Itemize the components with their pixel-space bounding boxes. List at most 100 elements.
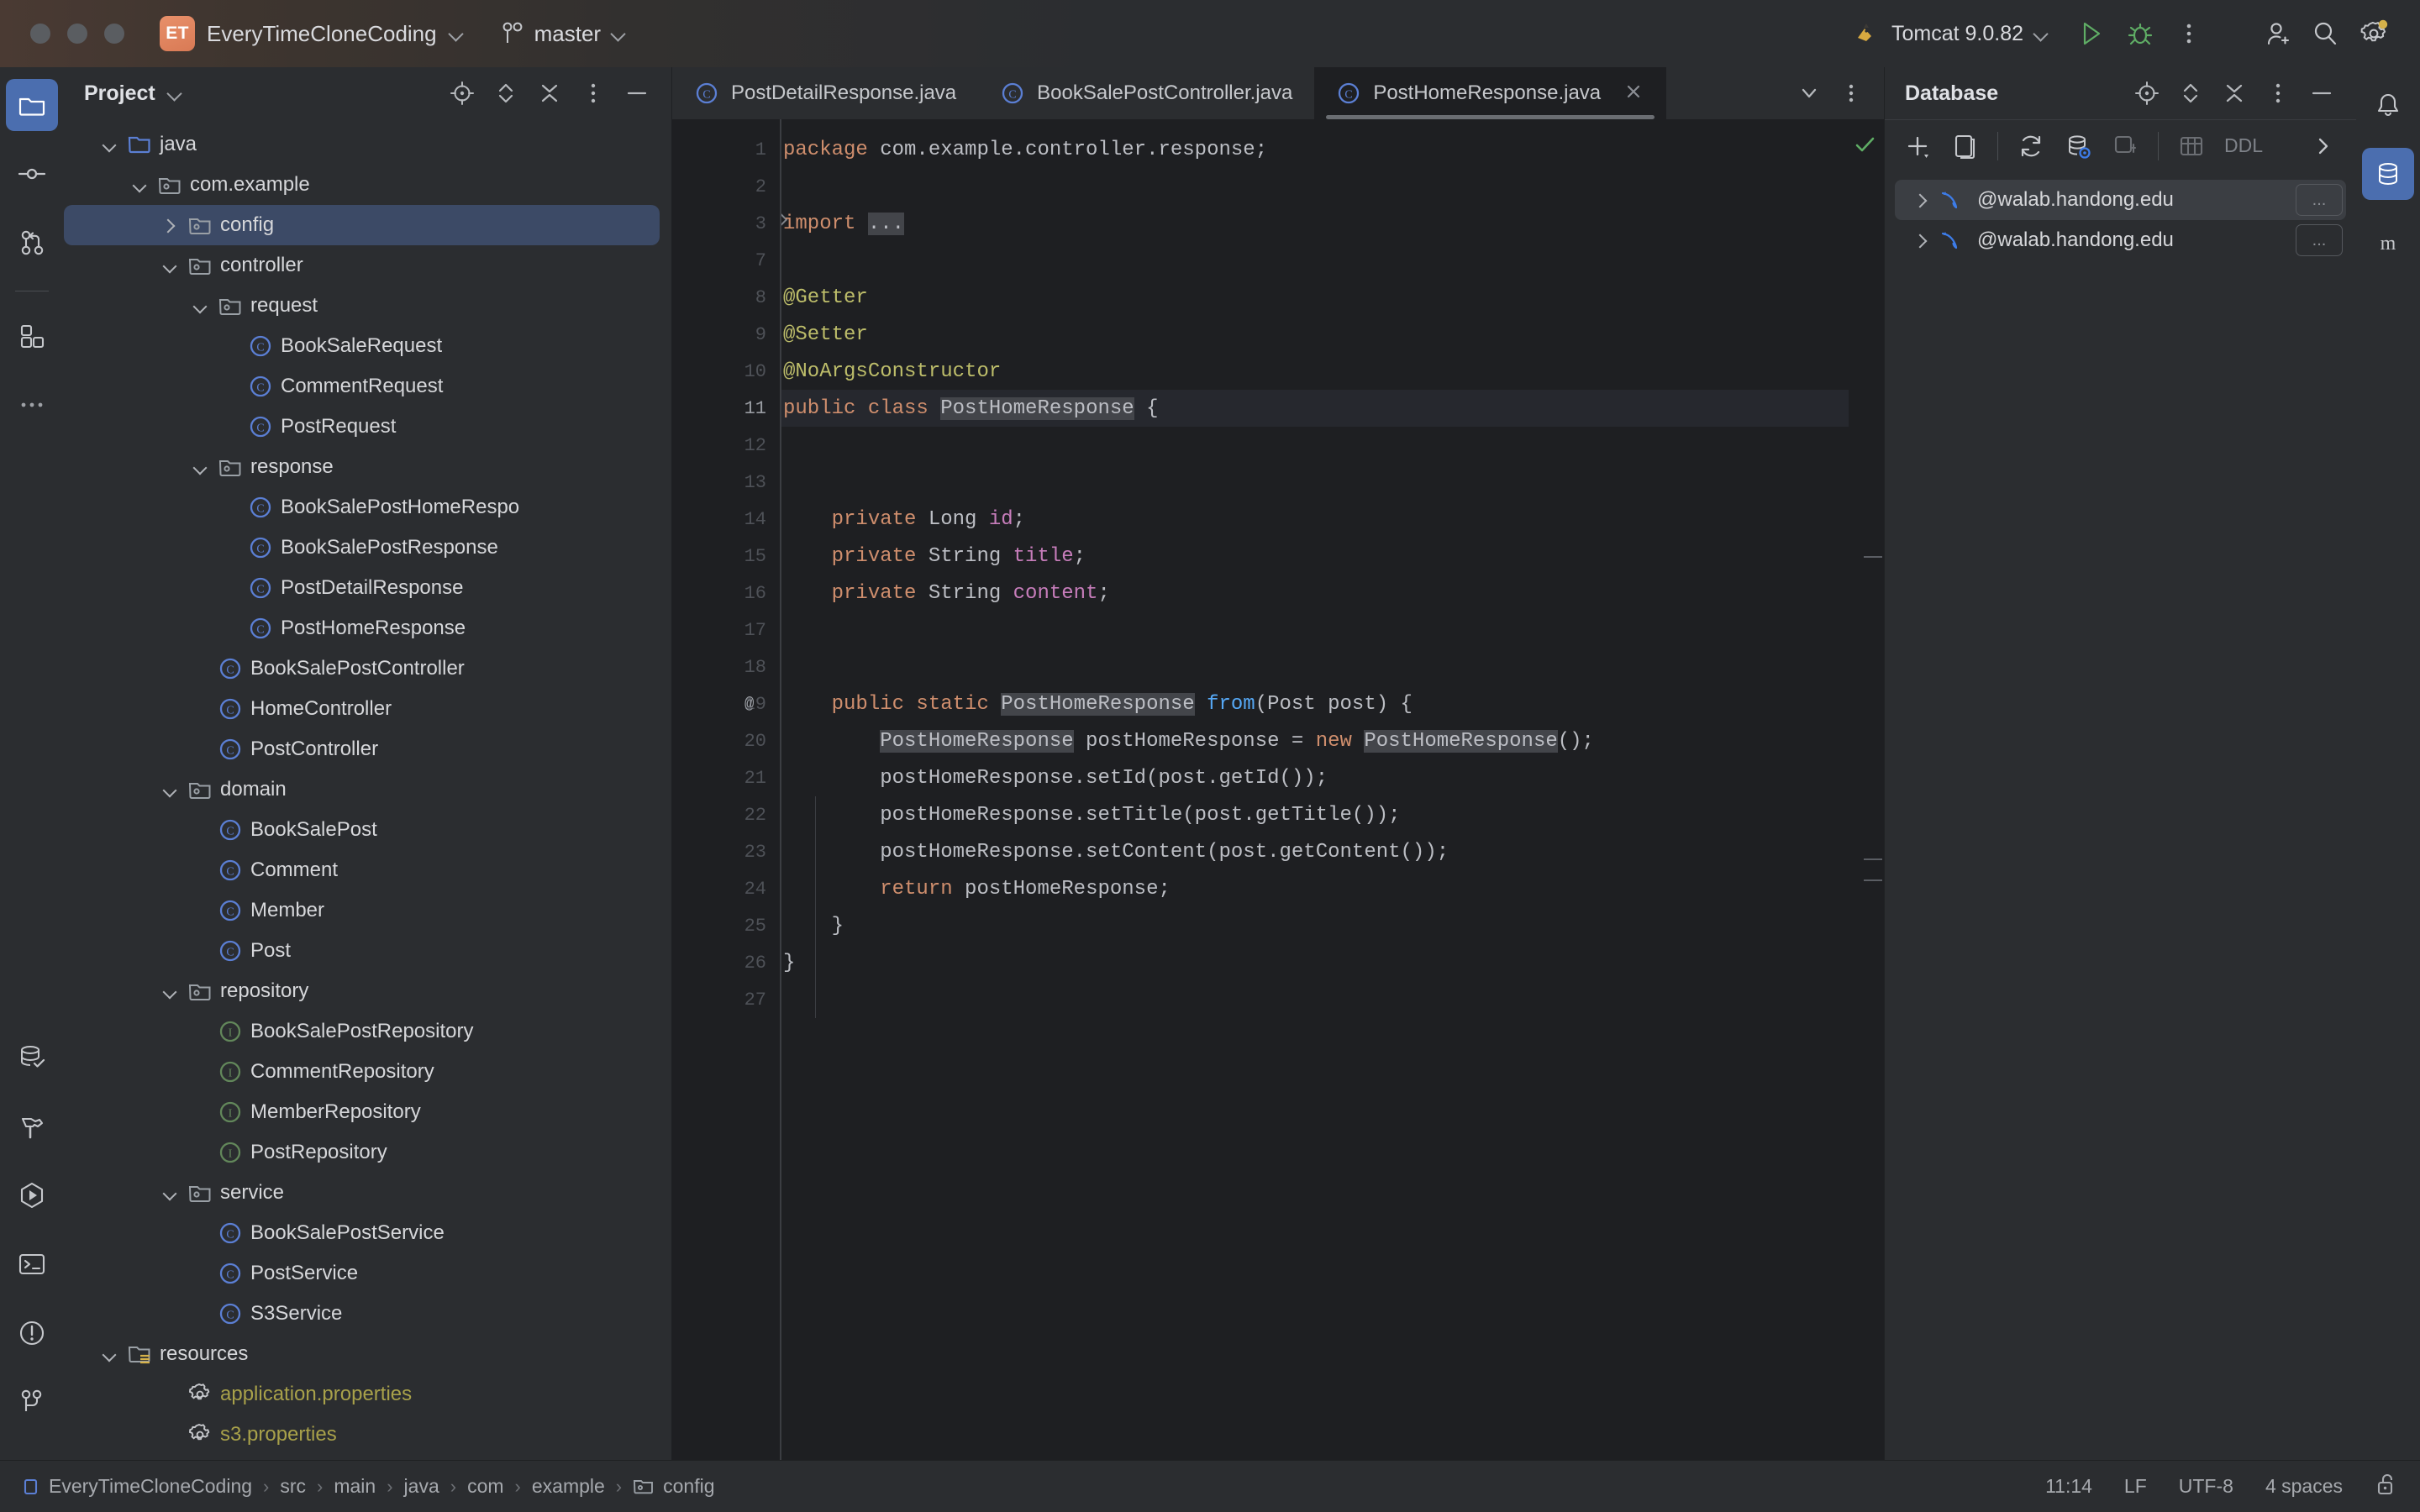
tree-node[interactable]: C BookSalePostController [64, 648, 671, 689]
code-line[interactable]: postHomeResponse.setContent(post.getCont… [780, 833, 1849, 870]
tree-node[interactable]: I PostRepository [64, 1132, 671, 1173]
editor-tab[interactable]: C BookSalePostController.java [978, 67, 1314, 119]
sidebar-item-project[interactable] [6, 79, 58, 131]
tree-node[interactable]: I BookSalePostRepository [64, 1011, 671, 1052]
editor-tab[interactable]: C PostDetailResponse.java [672, 67, 978, 119]
gutter-row[interactable]: 2 [672, 168, 780, 205]
line-separator[interactable]: LF [2124, 1475, 2147, 1498]
gutter-row[interactable]: 7 [672, 242, 780, 279]
breadcrumb-item[interactable]: main [334, 1475, 376, 1498]
code-line[interactable]: private String title; [780, 538, 1849, 575]
sidebar-item-build[interactable] [6, 1100, 58, 1152]
lock-status-button[interactable] [2375, 1472, 2398, 1501]
close-tab-button[interactable] [1623, 81, 1644, 107]
chevron-down-icon[interactable] [185, 300, 213, 312]
sidebar-item-database[interactable] [6, 1032, 58, 1084]
gutter-row[interactable]: 10 [672, 353, 780, 390]
code-line[interactable] [780, 464, 1849, 501]
tree-node[interactable]: C BookSalePostResponse [64, 528, 671, 568]
cursor-position[interactable]: 11:14 [2045, 1475, 2092, 1498]
table-view-button[interactable] [2172, 127, 2211, 165]
code-line[interactable]: private Long id; [780, 501, 1849, 538]
code-line[interactable]: package com.example.controller.response; [780, 131, 1849, 168]
tree-node[interactable]: response [64, 447, 671, 487]
breadcrumb-item[interactable]: config [663, 1475, 714, 1498]
tree-node[interactable]: C HomeController [64, 689, 671, 729]
tree-node[interactable]: C BookSaleRequest [64, 326, 671, 366]
tree-node[interactable]: C BookSalePostHomeRespo [64, 487, 671, 528]
tree-node[interactable]: I CommentRepository [64, 1052, 671, 1092]
database-connection-more-button[interactable]: ... [2296, 224, 2343, 256]
gutter-row[interactable]: 21 [672, 759, 780, 796]
tree-node[interactable]: I MemberRepository [64, 1092, 671, 1132]
sidebar-item-run[interactable] [6, 1169, 58, 1221]
editor-options-button[interactable] [1832, 74, 1870, 113]
breadcrumb[interactable]: EveryTimeCloneCoding › src › main › java › com › e… [22, 1475, 715, 1498]
gutter-row[interactable]: 23 [672, 833, 780, 870]
tree-node[interactable]: C Member [64, 890, 671, 931]
chevron-down-icon[interactable] [94, 1348, 123, 1361]
minimize-window-button[interactable] [67, 24, 87, 44]
chevron-right-icon[interactable] [155, 219, 183, 232]
database-connection-list[interactable]: @walab.handong.edu... @walab.handong.edu.… [1885, 171, 2356, 260]
locate-file-button[interactable] [443, 74, 481, 113]
sidebar-item-plugins[interactable] [6, 310, 58, 362]
gutter-row[interactable]: 20 [672, 722, 780, 759]
maximize-window-button[interactable] [104, 24, 124, 44]
project-tree[interactable]: java com.example config controller request C B… [64, 119, 671, 1460]
sidebar-item-pull-requests[interactable] [6, 217, 58, 269]
gutter-run-marker[interactable]: @ [744, 695, 754, 713]
sidebar-item-more[interactable] [6, 379, 58, 431]
gutter-row[interactable]: 14 [672, 501, 780, 538]
gutter-row[interactable]: 25 [672, 907, 780, 944]
add-account-button[interactable] [2252, 9, 2301, 58]
gutter-row[interactable]: 3 [672, 205, 780, 242]
sidebar-item-problems[interactable] [6, 1307, 58, 1359]
gutter-row[interactable]: 24 [672, 870, 780, 907]
refresh-button[interactable] [2012, 127, 2050, 165]
tree-node[interactable]: C BookSalePost [64, 810, 671, 850]
sidebar-item-git[interactable] [6, 1376, 58, 1428]
indent-setting[interactable]: 4 spaces [2265, 1475, 2343, 1498]
chevron-down-icon[interactable] [155, 1187, 183, 1200]
code-content[interactable]: package com.example.controller.response;… [780, 119, 1849, 1460]
code-line[interactable]: @Setter [780, 316, 1849, 353]
breadcrumb-item[interactable]: java [404, 1475, 439, 1498]
code-line[interactable] [780, 648, 1849, 685]
gutter-row[interactable]: 13 [672, 464, 780, 501]
code-line[interactable] [780, 168, 1849, 205]
gutter-row[interactable]: 18 [672, 648, 780, 685]
file-encoding[interactable]: UTF-8 [2179, 1475, 2233, 1498]
project-selector[interactable]: ET EveryTimeCloneCoding [160, 16, 464, 51]
editor-markup-strip[interactable] [1849, 119, 1884, 1460]
tab-list-button[interactable] [1790, 74, 1828, 113]
tree-node[interactable]: C CommentRequest [64, 366, 671, 407]
chevron-down-icon[interactable] [155, 985, 183, 998]
add-datasource-button[interactable] [1898, 127, 1937, 165]
chevron-down-icon[interactable] [94, 139, 123, 151]
tree-node[interactable]: s3.properties [64, 1415, 671, 1455]
code-line[interactable]: @Getter [780, 279, 1849, 316]
chevron-down-icon[interactable] [155, 260, 183, 272]
gutter-row[interactable]: 15 [672, 538, 780, 575]
code-line[interactable] [780, 242, 1849, 279]
tree-node[interactable]: C BookSalePostService [64, 1213, 671, 1253]
code-line[interactable]: @NoArgsConstructor [780, 353, 1849, 390]
tree-node[interactable]: controller [64, 245, 671, 286]
code-line[interactable] [780, 612, 1849, 648]
tree-node[interactable]: C S3Service [64, 1294, 671, 1334]
settings-button[interactable] [2349, 9, 2398, 58]
tree-node[interactable]: C PostDetailResponse [64, 568, 671, 608]
close-window-button[interactable] [30, 24, 50, 44]
tree-node[interactable]: java [64, 124, 671, 165]
tree-node[interactable]: application.properties [64, 1374, 671, 1415]
code-line[interactable]: return postHomeResponse; [780, 870, 1849, 907]
tree-node[interactable]: config [64, 205, 660, 245]
database-connection-more-button[interactable]: ... [2296, 184, 2343, 216]
breadcrumb-item[interactable]: example [532, 1475, 605, 1498]
expand-collapse-button[interactable] [2171, 74, 2210, 113]
gutter-row[interactable]: 22 [672, 796, 780, 833]
locate-datasource-button[interactable] [2128, 74, 2166, 113]
project-options-button[interactable] [574, 74, 613, 113]
code-line[interactable]: } [780, 944, 1849, 981]
